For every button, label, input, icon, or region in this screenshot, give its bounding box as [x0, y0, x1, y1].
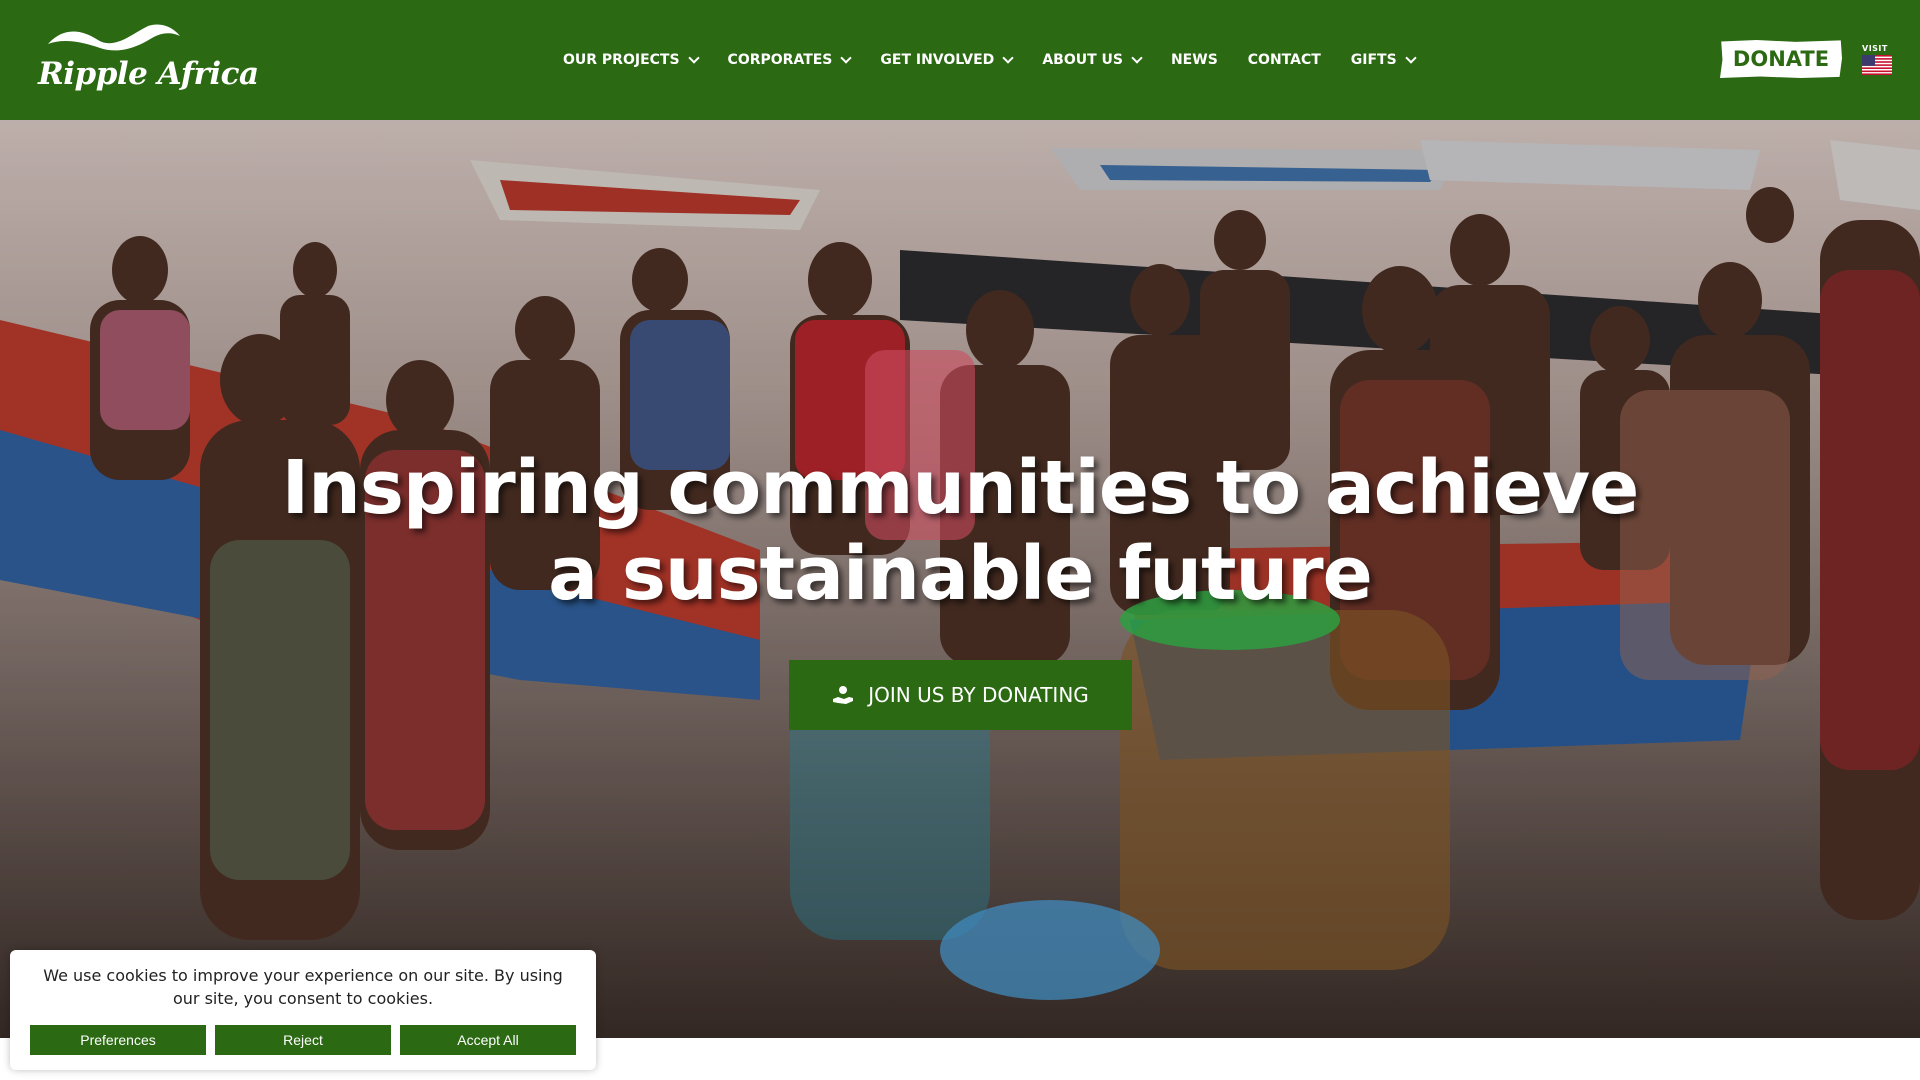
- nav-contact[interactable]: CONTACT: [1248, 52, 1321, 68]
- nav-label: OUR PROJECTS: [563, 52, 680, 68]
- nav-gifts[interactable]: GIFTS: [1350, 52, 1417, 68]
- hero-section: Inspiring communities to achieve a susta…: [0, 120, 1920, 1038]
- chevron-down-icon: [840, 52, 853, 64]
- nav-get-involved[interactable]: GET INVOLVED: [880, 52, 1014, 68]
- chevron-down-icon: [1405, 52, 1417, 64]
- ripple-africa-logo[interactable]: Ripple Africa: [38, 20, 259, 98]
- cookie-preferences-button[interactable]: Preferences: [30, 1025, 206, 1055]
- hero-heading: Inspiring communities to achieve a susta…: [281, 445, 1640, 617]
- cookie-message: We use cookies to improve your experienc…: [43, 966, 563, 1008]
- hand-heart-icon: [832, 685, 854, 705]
- nav-label: CORPORATES: [727, 52, 833, 68]
- cookie-consent-banner: We use cookies to improve your experienc…: [10, 950, 596, 1070]
- nav-label: ABOUT US: [1042, 52, 1123, 68]
- wave-logo-icon: [48, 24, 180, 51]
- nav-news[interactable]: NEWS: [1171, 52, 1218, 68]
- nav-our-projects[interactable]: OUR PROJECTS: [563, 52, 700, 68]
- visit-us-site-link[interactable]: VISIT: [1860, 44, 1892, 78]
- cookie-reject-button[interactable]: Reject: [215, 1025, 391, 1055]
- nav-label: NEWS: [1170, 52, 1218, 68]
- join-us-donate-button[interactable]: JOIN US BY DONATING: [789, 660, 1132, 730]
- nav-label: GIFTS: [1350, 52, 1397, 68]
- chevron-down-icon: [687, 52, 700, 64]
- donate-button[interactable]: DONATE: [1720, 40, 1842, 78]
- nav-corporates[interactable]: CORPORATES: [727, 52, 853, 68]
- nav-about-us[interactable]: ABOUT US: [1042, 52, 1143, 68]
- visit-label: VISIT: [1862, 44, 1888, 53]
- cookie-accept-all-button[interactable]: Accept All: [400, 1025, 576, 1055]
- nav-label: GET INVOLVED: [880, 52, 995, 68]
- logo-text: Ripple Africa: [38, 56, 259, 92]
- main-nav: OUR PROJECTS CORPORATES GET INVOLVED ABO…: [563, 47, 1445, 73]
- cta-label: JOIN US BY DONATING: [868, 683, 1089, 707]
- us-flag-icon: [1862, 55, 1892, 75]
- site-header: Ripple Africa OUR PROJECTS CORPORATES GE…: [0, 0, 1920, 120]
- nav-label: CONTACT: [1247, 52, 1321, 68]
- chevron-down-icon: [1131, 52, 1143, 64]
- chevron-down-icon: [1002, 52, 1014, 64]
